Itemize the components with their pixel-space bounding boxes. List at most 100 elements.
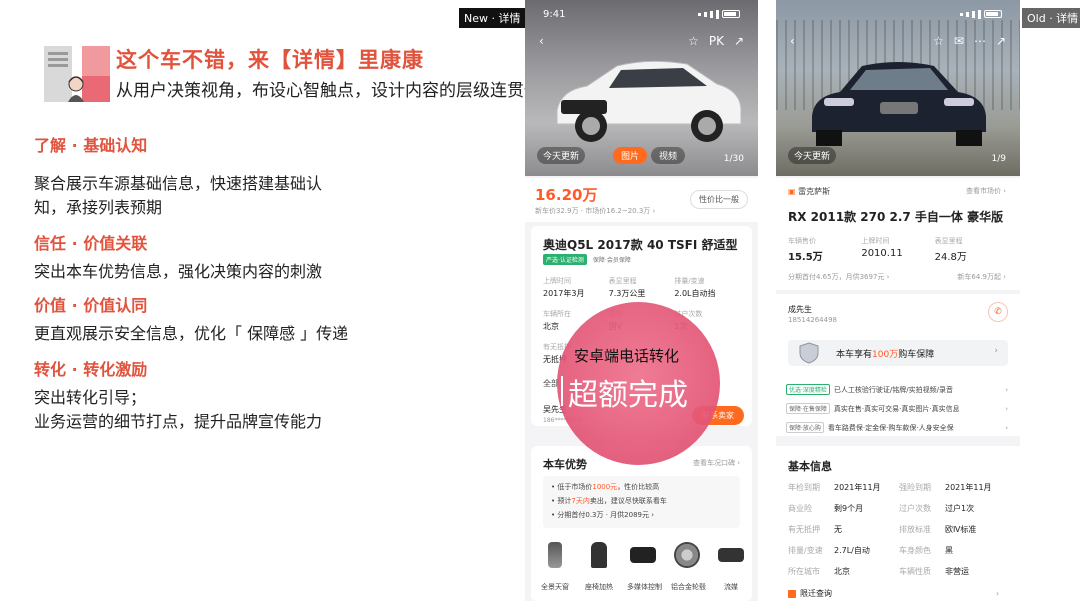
car-title: RX 2011款 270 2.7 手自一体 豪华版	[788, 210, 1004, 224]
section-heading: 了解 · 基础认知	[34, 136, 148, 155]
overlay-headline: 超额完成	[568, 378, 688, 413]
tab-video[interactable]: 视频	[651, 147, 686, 164]
overlay-label: 安卓端电话转化	[574, 347, 680, 365]
guarantee-text: 本车享有100万购车保障	[836, 350, 935, 360]
chevron-right-icon: ›	[1005, 423, 1008, 432]
list-item[interactable]: • 分期首付0.3万 · 月供2089元 ›	[551, 508, 732, 522]
back-icon[interactable]: ‹	[790, 34, 795, 48]
advantage-list: • 低于市场价1000元，性价比较高 • 预计7天内卖出，建议尽快联系看车 • …	[543, 476, 740, 528]
advantages-title: 本车优势	[543, 458, 587, 471]
price-card: 16.20万 新车价32.9万 · 市场价16.2~20.3万 › 性价比一般	[525, 178, 758, 222]
section-conversion: 转化 · 转化激励 突出转化引导； 业务运营的细节打点，提升品牌宣传能力	[34, 356, 514, 434]
list-item: • 低于市场价1000元，性价比较高	[551, 483, 660, 491]
basic-info-grid: 年检到期 2021年11月 强险到期 2021年11月 商业险 剩9个月 过户次数 过户…	[788, 482, 1010, 577]
new-car-price-link[interactable]: 新车64.9万起 ›	[957, 272, 1006, 282]
transfer-restriction-query[interactable]: 限迁查询 ›	[788, 588, 999, 599]
sunroof-icon	[548, 542, 562, 568]
shield-icon	[799, 342, 819, 364]
list-item: • 预计7天内卖出，建议尽快联系看车	[551, 497, 667, 505]
new-version-tag: New · 详情	[459, 8, 526, 28]
info-cell: 排量/变速 2.7L/自动	[788, 546, 870, 555]
black-suv-image	[812, 62, 986, 146]
feature-streaming[interactable]: 流媒	[715, 542, 747, 593]
pk-compare-icon[interactable]: PK	[709, 34, 724, 48]
share-icon[interactable]: ↗	[734, 34, 744, 48]
back-icon[interactable]: ‹	[539, 34, 544, 48]
old-version-tag: Old · 详情	[1022, 8, 1080, 28]
favorite-icon[interactable]: ☆	[688, 34, 699, 48]
chevron-right-icon: ›	[994, 346, 998, 356]
feature-alloy-wheel[interactable]: 铝合金轮毂	[671, 542, 706, 593]
advantages-card: 本车优势 查看车况口碑 › • 低于市场价1000元，性价比较高 • 预计7天内…	[531, 446, 752, 601]
info-cell: 过户次数 过户1次	[899, 504, 975, 513]
message-icon[interactable]: ✉	[954, 34, 964, 48]
info-cell: 车辆性质 非营运	[899, 567, 969, 576]
top-nav: ‹ ☆ ✉ ⋯ ↗	[776, 30, 1020, 52]
signal-battery-icon	[698, 9, 740, 19]
market-price-link[interactable]: 查看市场价 ›	[966, 186, 1006, 196]
section-body: 突出本车优势信息，强化决策内容的刺激	[34, 262, 323, 281]
seller-guarantee-card: 成先生 18514264498 ✆ 本车享有100万购车保障 › 优选·深度精检…	[776, 294, 1020, 436]
list-item[interactable]: 优选·深度精检 已人工核验行驶证/铭牌/实拍视频/录音 ›	[786, 380, 1010, 399]
basic-info-title: 基本信息	[788, 460, 832, 473]
spec-cell: 上牌时间 2010.11	[861, 237, 903, 259]
guarantee-badge: 保障·会员保障	[592, 257, 631, 264]
slide-subtitle: 从用户决策视角，布设心智触点，设计内容的层级连贯性	[116, 81, 541, 101]
share-icon[interactable]: ↗	[996, 34, 1006, 48]
reviewer-illustration-icon	[44, 46, 110, 102]
spec-cell: 表显里程 24.8万	[934, 237, 967, 263]
spec-cell: 表显里程 7.3万公里	[608, 277, 646, 298]
more-icon[interactable]: ⋯	[974, 34, 986, 48]
seller-name: 成先生	[788, 305, 812, 314]
new-detail-screen: 今天更新 图片 视频 1/30 9:41 ‹ ☆ PK ↗ 16.20万 新车价…	[525, 0, 758, 601]
feature-sunroof[interactable]: 全景天窗	[539, 542, 571, 593]
query-icon	[788, 589, 796, 598]
signal-battery-icon	[960, 9, 1002, 19]
seller-phone: 18514264498	[788, 316, 837, 324]
car-price: 16.20万	[535, 186, 598, 204]
section-value: 价值 · 价值认同 更直观展示安全信息，优化「 保障感 」传递	[34, 292, 514, 346]
overlay-bar	[561, 376, 563, 406]
info-cell: 强险到期 2021年11月	[899, 483, 992, 492]
media-tabs: 图片 视频	[613, 147, 686, 164]
multimedia-icon	[630, 547, 656, 563]
feature-multimedia[interactable]: 多媒体控制	[627, 542, 662, 593]
info-cell: 所在城市 北京	[788, 567, 850, 576]
price-reference[interactable]: 新车价32.9万 · 市场价16.2~20.3万 ›	[535, 206, 655, 216]
slide-page: 这个车不错，来【详情】里康康 从用户决策视角，布设心智触点，设计内容的层级连贯性…	[0, 0, 1080, 601]
spec-cell: 上牌时间 2017年3月	[543, 277, 585, 298]
phone-call-icon[interactable]: ✆	[988, 302, 1008, 322]
car-title: 奥迪Q5L 2017款 40 TSFI 舒适型	[543, 238, 738, 252]
inspection-badge: 严选·认证检测	[543, 254, 587, 265]
price-card: ▣ 雷克萨斯 查看市场价 › RX 2011款 270 2.7 手自一体 豪华版…	[776, 178, 1020, 290]
tab-photos[interactable]: 图片	[613, 147, 648, 164]
guarantee-banner[interactable]: 本车享有100万购车保障 ›	[788, 340, 1008, 366]
list-item[interactable]: 保障·放心购 看车路费保·定金保·购车款保·人身安全保 ›	[786, 418, 1010, 437]
info-cell: 商业险 剩9个月	[788, 504, 864, 513]
info-cell: 车身颜色黑	[899, 546, 953, 555]
list-item[interactable]: 保障·在售保障 真实在售·真实可交易·真实图片·真实信息 ›	[786, 399, 1010, 418]
section-heading: 信任 · 价值关联	[34, 234, 148, 253]
section-body: 聚合展示车源基础信息，快速搭建基础认 知，承接列表预期	[34, 174, 323, 217]
condition-review-link[interactable]: 查看车况口碑 ›	[693, 458, 740, 468]
info-cell: 排放标准 欧Ⅳ标准	[899, 525, 977, 534]
brand-icon: ▣	[788, 187, 796, 196]
streaming-icon	[718, 548, 744, 562]
photo-counter: 1/30	[723, 154, 744, 164]
favorite-icon[interactable]: ☆	[933, 34, 944, 48]
wheel-icon	[674, 542, 700, 568]
spec-cell: 车辆售价 15.5万	[788, 237, 823, 263]
value-rating-button[interactable]: 性价比一般	[690, 190, 748, 209]
feature-icons: 全景天窗 座椅加热 多媒体控制 铝合金轮毂 流媒	[539, 542, 752, 593]
info-cell: 有无抵押无	[788, 525, 842, 534]
chevron-right-icon: ›	[996, 589, 1000, 598]
white-suv-image	[556, 60, 742, 142]
spec-grid: 车辆售价 15.5万 上牌时间 2010.11 表显里程 24.8万	[788, 236, 1008, 263]
photo-counter: 1/9	[991, 154, 1006, 164]
old-detail-screen: 今天更新 1/9 ‹ ☆ ✉ ⋯ ↗ ▣ 雷克萨斯 查看市场价 › RX 201…	[776, 0, 1020, 601]
feature-seat-heating[interactable]: 座椅加热	[583, 542, 615, 593]
top-nav: ‹ ☆ PK ↗	[525, 30, 758, 52]
finance-link[interactable]: 分期首付4.65万，月供3697元 ›	[788, 272, 889, 282]
section-understand: 了解 · 基础认知 聚合展示车源基础信息，快速搭建基础认 知，承接列表预期	[34, 132, 514, 220]
basic-info-card: 基本信息 年检到期 2021年11月 强险到期 2021年11月 商业险 剩9个月 过…	[776, 446, 1020, 601]
